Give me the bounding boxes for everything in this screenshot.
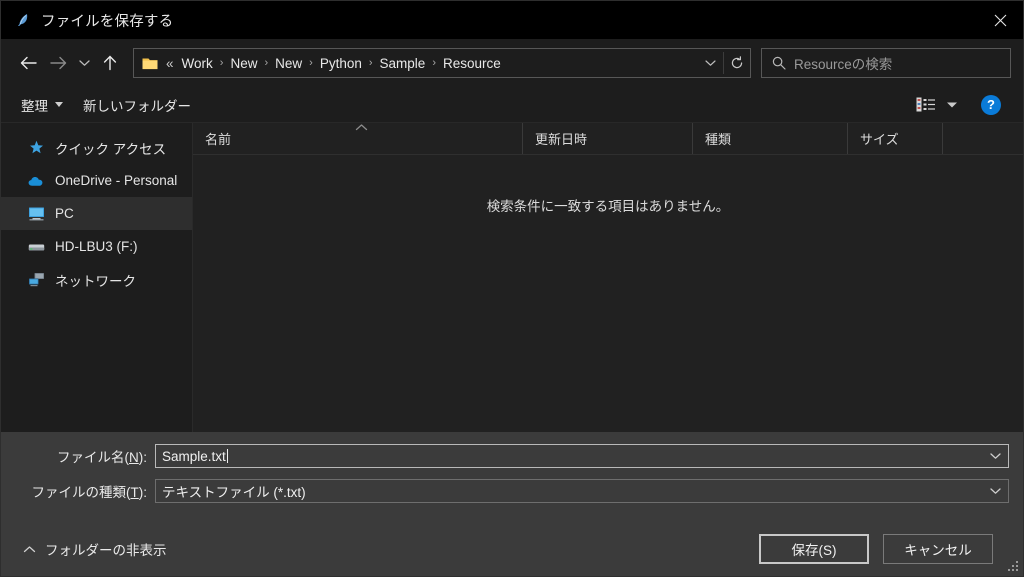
title-bar: ファイルを保存する [1,1,1023,39]
file-list-pane: 名前 更新日時 種類 サイズ 検索条件に一致する項目はありません。 [193,123,1023,432]
breadcrumb-separator: › [309,57,313,69]
sidebar-item-label: ネットワーク [55,273,136,289]
new-folder-label: 新しいフォルダー [83,98,191,114]
filetype-label-key: T [130,485,139,500]
organize-label: 整理 [21,98,48,114]
filename-label: ファイル名(N): [15,446,155,466]
search-input[interactable]: Resourceの検索 [794,53,892,73]
command-bar: 整理 新しいフォルダー ? [1,87,1023,123]
sidebar-item-network[interactable]: ネットワーク [1,263,192,296]
sidebar-item-label: OneDrive - Personal [55,173,178,188]
sidebar-item-quick-access[interactable]: クイック アクセス [1,131,192,164]
filetype-chevron-down-icon[interactable] [982,480,1008,502]
column-headers: 名前 更新日時 種類 サイズ [193,123,1023,155]
save-form: ファイル名(N): Sample.txt ファイルの種類(T): テキストファイ… [1,432,1023,576]
search-icon [772,56,786,70]
breadcrumb-separator: › [219,57,224,69]
help-button[interactable]: ? [981,94,1001,115]
breadcrumb-separator: › [264,57,269,69]
breadcrumb-prefix[interactable]: « [164,56,178,71]
sidebar-item-hd-lbu3[interactable]: HD-LBU3 (F:) [1,230,192,263]
breadcrumb-item-3[interactable]: Python [316,56,366,71]
filetype-label-pre: ファイルの種類( [31,485,131,500]
new-folder-button[interactable]: 新しいフォルダー [73,91,201,119]
resize-grip[interactable] [1007,561,1019,573]
navigation-bar: « Work › New › New › Python › Sample › R… [1,39,1023,87]
column-header-size[interactable]: サイズ [848,123,943,154]
filename-value: Sample.txt [156,448,982,464]
drive-icon [27,238,45,256]
filetype-label-post: ): [138,485,147,500]
hide-folders-toggle[interactable]: フォルダーの非表示 [15,539,167,559]
address-chevron-down-icon[interactable] [697,49,723,77]
filename-label-post: ): [138,450,147,465]
feather-icon [15,12,31,28]
filetype-row: ファイルの種類(T): テキストファイル (*.txt) [15,477,1009,505]
window-title: ファイルを保存する [41,13,174,30]
dialog-buttons: 保存(S) キャンセル [759,534,1009,564]
sort-ascending-icon [355,124,368,134]
view-chevron-down-icon[interactable] [941,96,963,114]
filename-chevron-down-icon[interactable] [982,445,1008,467]
dialog-body: クイック アクセス OneDrive - Personal PC HD-LBU3… [1,123,1023,432]
filename-value-text: Sample.txt [162,448,226,464]
filename-row: ファイル名(N): Sample.txt [15,442,1009,470]
chevron-up-icon [23,543,36,555]
monitor-icon [27,205,45,223]
breadcrumb-item-0[interactable]: Work [178,56,217,71]
sidebar-item-pc[interactable]: PC [1,197,192,230]
search-box[interactable]: Resourceの検索 [761,48,1011,78]
breadcrumb-separator: › [368,57,373,69]
breadcrumb[interactable]: « Work › New › New › Python › Sample › R… [164,56,697,71]
breadcrumb-item-5[interactable]: Resource [439,56,505,71]
hide-folders-label: フォルダーの非表示 [45,543,167,558]
filename-label-key: N [129,450,139,465]
column-header-modified[interactable]: 更新日時 [523,123,693,154]
column-header-label: 更新日時 [535,132,588,147]
sidebar-item-label: クイック アクセス [55,141,167,157]
breadcrumb-item-2[interactable]: New [271,56,306,71]
close-icon[interactable] [977,1,1023,39]
breadcrumb-item-1[interactable]: New [226,56,261,71]
navigation-sidebar: クイック アクセス OneDrive - Personal PC HD-LBU3… [1,123,193,432]
chevron-down-icon [55,102,63,107]
column-header-spacer [943,123,983,154]
column-header-label: 種類 [705,132,732,147]
column-header-label: 名前 [205,132,232,147]
save-file-dialog: ファイルを保存する « Work › New › New › Python › … [0,0,1024,577]
text-cursor [226,448,228,463]
list-view-icon[interactable] [915,96,937,114]
breadcrumb-separator: › [432,57,436,69]
folder-icon [142,56,158,70]
column-header-type[interactable]: 種類 [693,123,848,154]
breadcrumb-item-4[interactable]: Sample [376,56,430,71]
column-header-label: サイズ [860,132,899,147]
filename-input[interactable]: Sample.txt [155,444,1009,468]
cloud-icon [27,172,45,190]
cancel-button[interactable]: キャンセル [883,534,993,564]
address-bar[interactable]: « Work › New › New › Python › Sample › R… [133,48,751,78]
up-icon[interactable] [95,47,125,79]
refresh-icon[interactable] [724,49,750,77]
filetype-value: テキストファイル (*.txt) [162,485,306,500]
sidebar-item-label: PC [55,206,74,221]
command-bar-right: ? [915,94,1013,115]
sidebar-item-label: HD-LBU3 (F:) [55,239,138,254]
recent-locations-chevron-down-icon[interactable] [73,47,95,79]
column-header-name[interactable]: 名前 [193,123,523,154]
star-icon [27,139,45,157]
action-row: フォルダーの非表示 保存(S) キャンセル [15,512,1009,576]
filetype-label: ファイルの種類(T): [15,481,155,501]
sidebar-item-onedrive[interactable]: OneDrive - Personal [1,164,192,197]
filename-label-pre: ファイル名( [57,450,129,465]
filetype-select[interactable]: テキストファイル (*.txt) [155,479,1009,503]
forward-icon[interactable] [43,47,73,79]
network-icon [27,271,45,289]
save-button[interactable]: 保存(S) [759,534,869,564]
back-icon[interactable] [13,47,43,79]
organize-button[interactable]: 整理 [11,91,73,119]
empty-list-message: 検索条件に一致する項目はありません。 [486,199,730,214]
